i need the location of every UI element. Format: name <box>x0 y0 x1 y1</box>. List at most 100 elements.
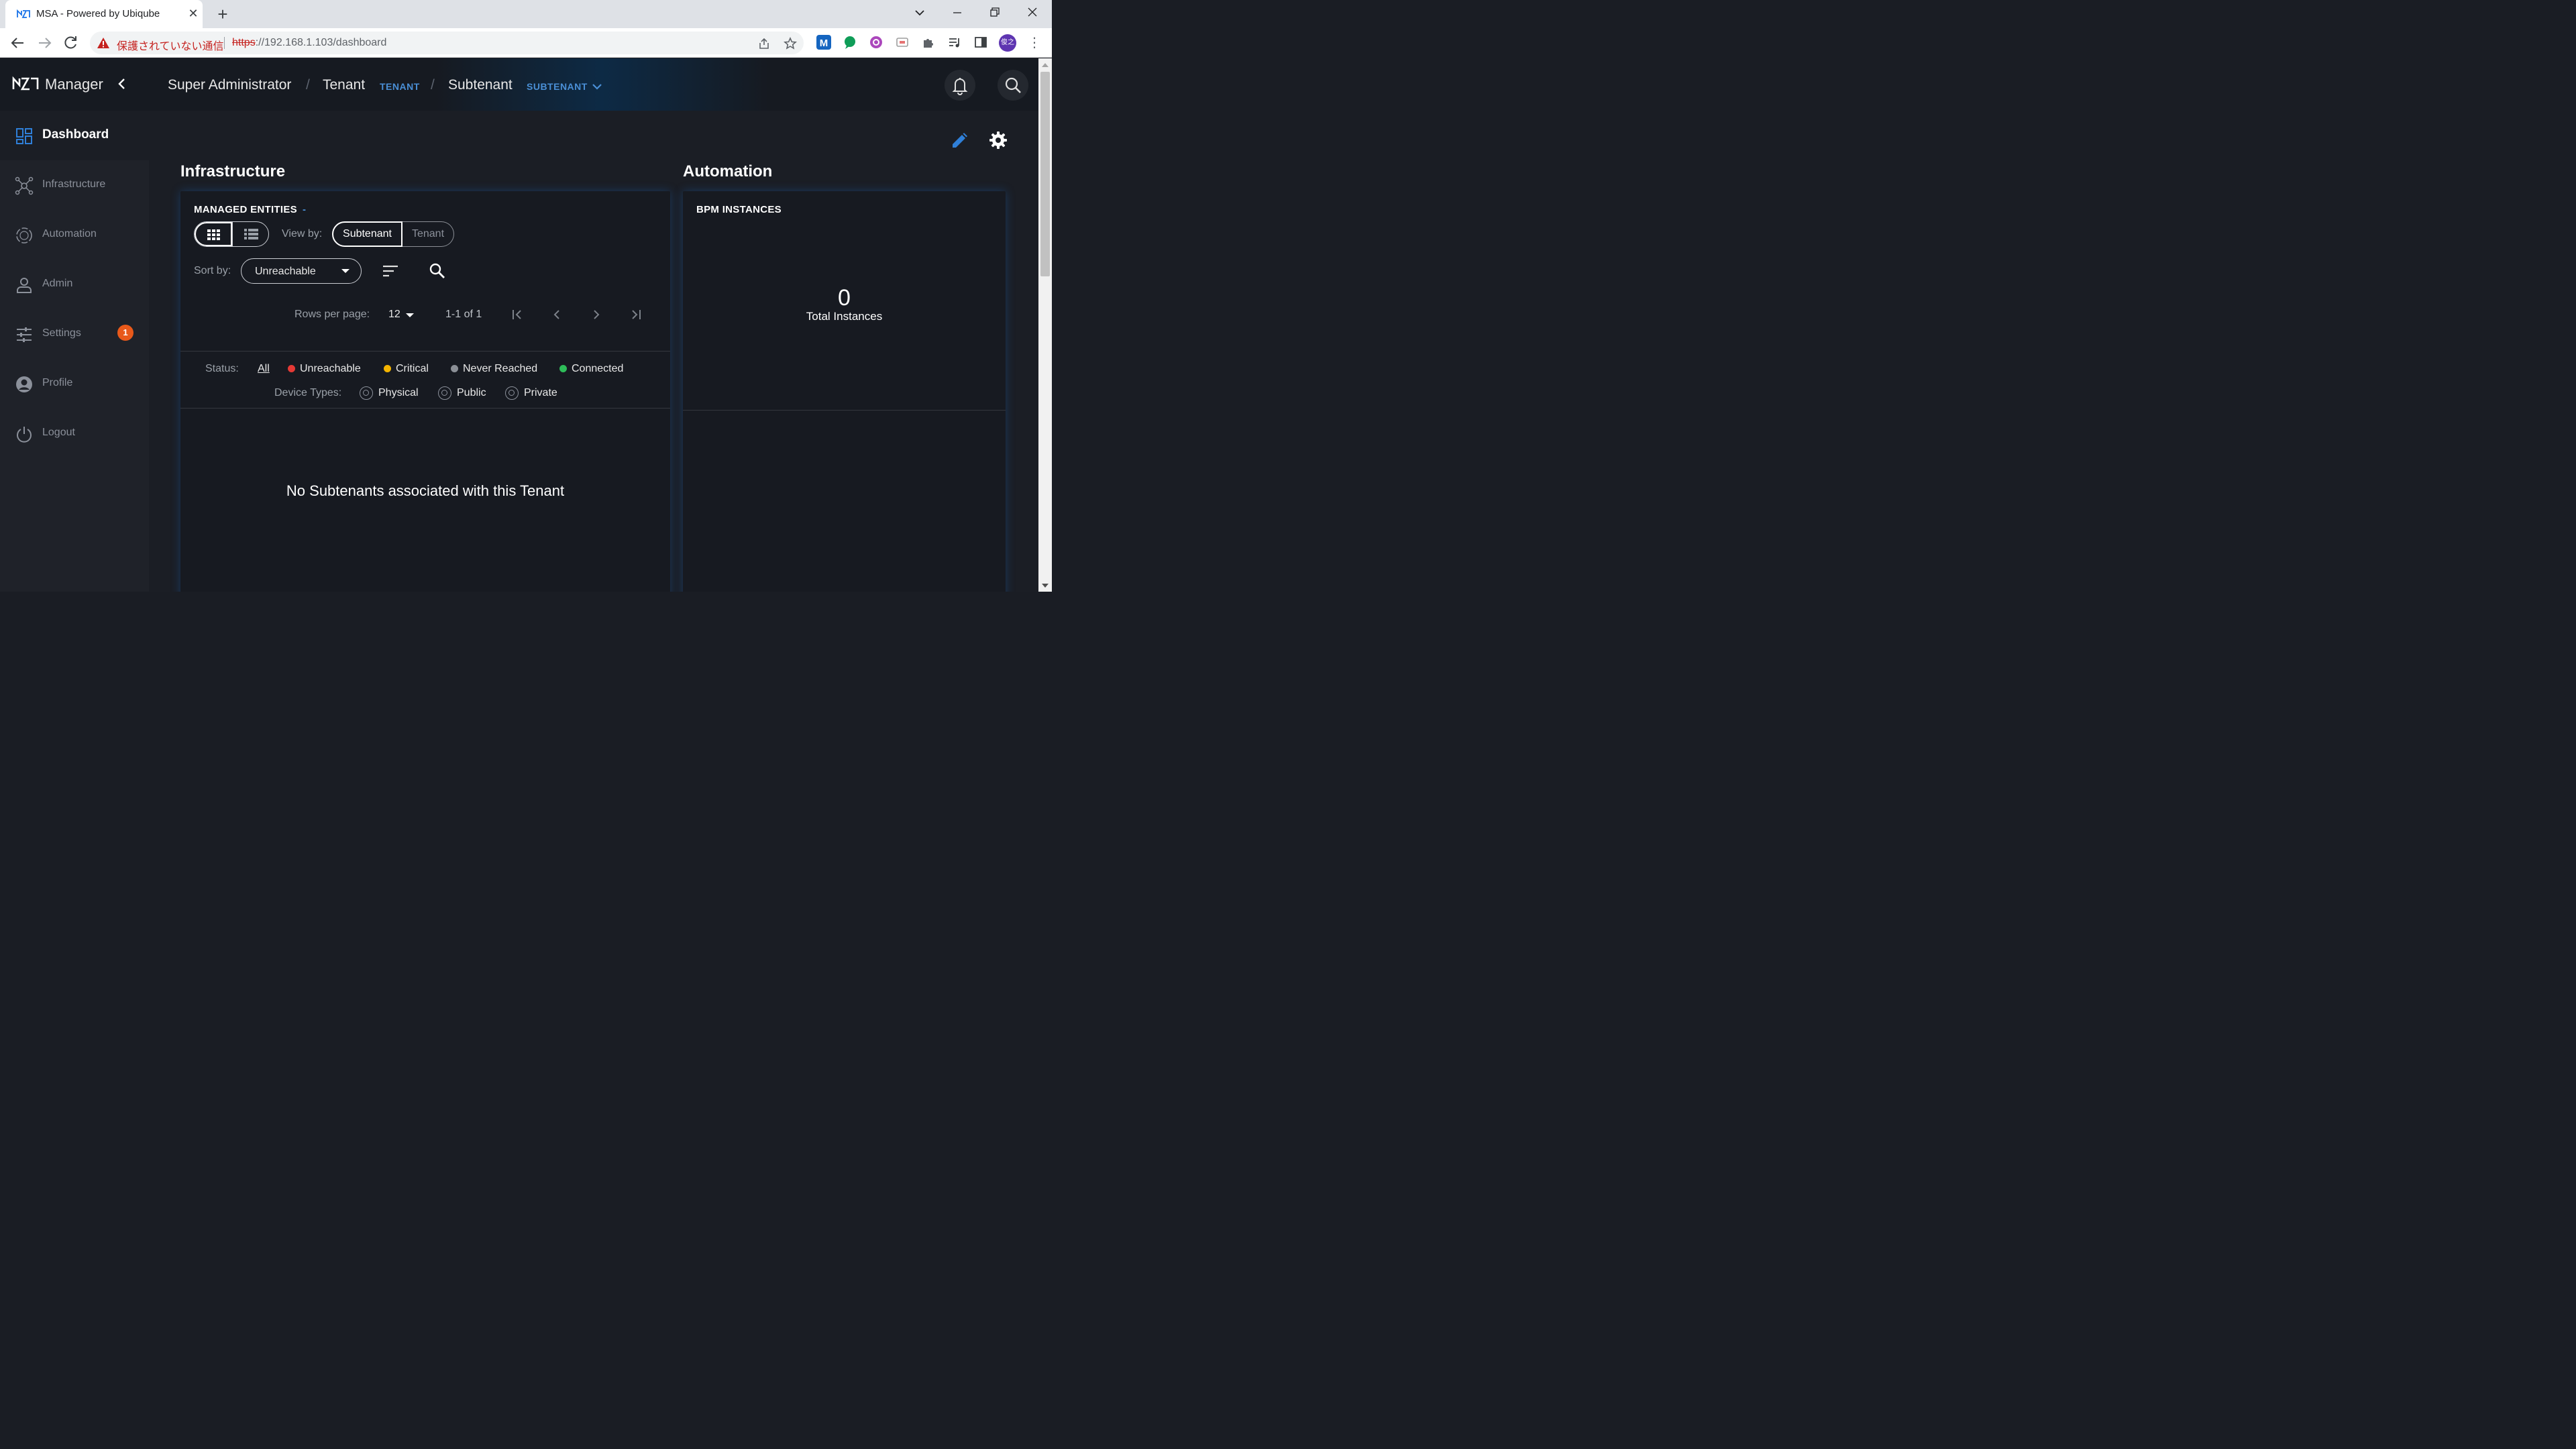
list-view-button[interactable] <box>232 222 268 246</box>
sidebar-item-profile[interactable]: Profile <box>0 359 149 409</box>
status-dot-gray <box>451 365 458 373</box>
share-icon[interactable] <box>757 37 771 50</box>
status-filter-connected[interactable]: Connected <box>559 363 623 375</box>
collapse-sidebar-chevron-icon[interactable] <box>114 76 130 92</box>
subtenant-dropdown-chevron-icon[interactable] <box>592 81 602 92</box>
breadcrumb-subtenant[interactable]: Subtenant <box>448 77 513 93</box>
scroll-down-arrow-icon[interactable] <box>1042 584 1049 588</box>
search-icon[interactable] <box>429 262 446 280</box>
scrollbar-thumb[interactable] <box>1040 72 1050 276</box>
last-page-icon[interactable] <box>628 307 644 323</box>
sidebar-item-dashboard[interactable]: Dashboard <box>0 111 149 160</box>
reload-icon[interactable] <box>61 34 80 52</box>
device-types-label: Device Types: <box>274 387 342 398</box>
extension-cast-icon[interactable] <box>895 35 910 50</box>
notifications-button[interactable] <box>945 70 975 101</box>
extension-m-icon[interactable]: M <box>816 35 831 50</box>
breadcrumb-tenant[interactable]: Tenant <box>323 77 365 93</box>
grid-view-button[interactable] <box>195 222 232 246</box>
breadcrumb-separator: / <box>431 77 435 93</box>
dashboard-icon <box>16 128 32 144</box>
logout-icon <box>17 427 32 443</box>
profile-icon <box>16 376 32 392</box>
tab-close-icon[interactable]: ✕ <box>185 5 201 21</box>
minimize-icon[interactable] <box>945 4 969 21</box>
forward-icon[interactable] <box>35 34 54 52</box>
first-page-icon[interactable] <box>509 307 525 323</box>
address-bar[interactable]: 保護されていない通信 https://192.168.1.103/dashboa… <box>90 32 804 54</box>
sidebar-item-automation[interactable]: Automation <box>0 210 149 260</box>
physical-device-icon <box>360 386 373 400</box>
status-filter-never-reached[interactable]: Never Reached <box>451 363 537 375</box>
view-by-tenant-button[interactable]: Tenant <box>402 221 454 247</box>
status-filter-unreachable[interactable]: Unreachable <box>288 363 361 375</box>
new-tab-button[interactable]: + <box>213 4 232 24</box>
side-panel-icon[interactable] <box>973 35 988 50</box>
bpm-instances-panel: BPM INSTANCES 0 Total Instances <box>683 191 1006 592</box>
edit-pencil-icon[interactable] <box>950 131 969 150</box>
status-unreachable-label: Unreachable <box>300 363 361 374</box>
status-filter-critical[interactable]: Critical <box>384 363 429 375</box>
caret-down-icon <box>341 269 350 273</box>
browser-menu-icon[interactable]: ⋮ <box>1028 34 1041 52</box>
list-view-icon <box>244 229 258 239</box>
rows-per-page-value[interactable]: 12 <box>388 309 400 321</box>
infrastructure-section-title: Infrastructure <box>180 162 286 180</box>
managed-entities-panel: MANAGED ENTITIES - View by: Subtenant Te… <box>180 191 670 592</box>
page-scrollbar[interactable] <box>1038 58 1052 592</box>
rows-per-page-label: Rows per page: <box>294 309 370 320</box>
tab-search-icon[interactable] <box>908 4 932 21</box>
pagination-range: 1-1 of 1 <box>445 309 482 320</box>
extension-purple-icon[interactable] <box>869 35 883 50</box>
brand-title: Manager <box>45 76 103 93</box>
layout-toggle <box>194 221 269 247</box>
sort-by-label: Sort by: <box>194 265 231 276</box>
url-text[interactable]: https://192.168.1.103/dashboard <box>232 37 386 49</box>
rows-per-page-caret-icon[interactable] <box>405 312 415 319</box>
sidebar-item-logout[interactable]: Logout <box>0 409 149 458</box>
extension-green-icon[interactable] <box>843 35 857 50</box>
next-page-icon[interactable] <box>588 307 604 323</box>
status-dot-red <box>288 365 295 373</box>
scroll-up-arrow-icon[interactable] <box>1042 63 1049 67</box>
view-by-subtenant-button[interactable]: Subtenant <box>332 221 402 247</box>
back-icon[interactable] <box>9 34 28 52</box>
sidebar-item-infrastructure[interactable]: Infrastructure <box>0 160 149 210</box>
not-secure-label[interactable]: 保護されていない通信 <box>117 37 224 53</box>
status-connected-label: Connected <box>572 363 624 374</box>
global-search-button[interactable] <box>998 70 1028 101</box>
close-window-icon[interactable] <box>1020 4 1044 21</box>
sort-by-select[interactable]: Unreachable <box>241 258 362 284</box>
sidebar-item-admin[interactable]: Admin <box>0 260 149 309</box>
managed-entities-title: MANAGED ENTITIES - <box>194 204 306 215</box>
sidebar-item-label: Automation <box>42 228 97 239</box>
warning-icon[interactable] <box>97 36 110 50</box>
app-root: Manager Super Administrator / Tenant TEN… <box>0 58 1038 592</box>
sidebar-item-label: Logout <box>42 427 75 438</box>
device-type-public[interactable]: Public <box>457 387 486 399</box>
browser-tab[interactable]: MSA - Powered by Ubiqube ✕ <box>5 0 203 28</box>
status-filter-all[interactable]: All <box>258 363 270 375</box>
breadcrumb-super-administrator[interactable]: Super Administrator <box>168 77 291 93</box>
tab-title: MSA - Powered by Ubiqube <box>36 8 160 19</box>
automation-section-title: Automation <box>683 162 773 180</box>
view-by-label: View by: <box>282 228 323 239</box>
device-type-private[interactable]: Private <box>524 387 557 399</box>
admin-icon <box>17 278 32 293</box>
bookmark-star-icon[interactable] <box>784 37 797 50</box>
browser-tabstrip: MSA - Powered by Ubiqube ✕ + <box>0 0 1052 28</box>
url-path: ://192.168.1.103/dashboard <box>255 37 387 48</box>
device-type-physical[interactable]: Physical <box>378 387 419 399</box>
restore-icon[interactable] <box>983 4 1007 21</box>
sidebar-item-settings[interactable]: Settings 1 <box>0 309 149 359</box>
profile-avatar[interactable]: 俊之 <box>999 34 1016 52</box>
extensions-puzzle-icon[interactable] <box>921 35 936 50</box>
grid-view-icon <box>207 229 220 240</box>
sort-order-icon[interactable] <box>382 263 399 279</box>
browser-toolbar: 保護されていない通信 https://192.168.1.103/dashboa… <box>0 28 1052 58</box>
media-control-icon[interactable] <box>947 35 962 50</box>
breadcrumb-subtenant-tag[interactable]: SUBTENANT <box>527 81 588 92</box>
previous-page-icon[interactable] <box>549 307 565 323</box>
gear-icon[interactable] <box>989 131 1008 150</box>
bell-icon <box>952 78 968 95</box>
